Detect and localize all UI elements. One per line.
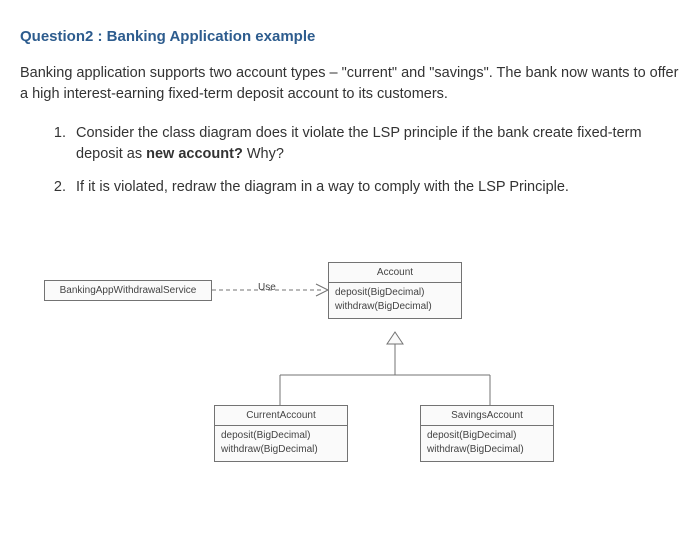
question-title: Question2 : Banking Application example xyxy=(20,28,680,45)
uml-class-service: BankingAppWithdrawalService xyxy=(44,280,212,301)
uml-diagram: BankingAppWithdrawalService Use Account … xyxy=(0,240,700,500)
uml-method: withdraw(BigDecimal) xyxy=(427,443,547,457)
dependency-label: Use xyxy=(258,282,276,293)
uml-method: withdraw(BigDecimal) xyxy=(335,300,455,314)
q1-text-a: Consider the class diagram does it viola… xyxy=(76,125,577,141)
uml-class-current: CurrentAccount deposit(BigDecimal) withd… xyxy=(214,405,348,462)
intro-paragraph: Banking application supports two account… xyxy=(20,63,680,105)
q1-text-d: Why? xyxy=(243,146,284,162)
uml-class-name: SavingsAccount xyxy=(421,406,553,425)
uml-class-name: BankingAppWithdrawalService xyxy=(45,281,211,300)
uml-methods: deposit(BigDecimal) withdraw(BigDecimal) xyxy=(329,283,461,318)
uml-class-account: Account deposit(BigDecimal) withdraw(Big… xyxy=(328,262,462,319)
uml-class-name: CurrentAccount xyxy=(215,406,347,425)
uml-methods: deposit(BigDecimal) withdraw(BigDecimal) xyxy=(215,426,347,461)
uml-methods: deposit(BigDecimal) withdraw(BigDecimal) xyxy=(421,426,553,461)
uml-method: deposit(BigDecimal) xyxy=(427,429,547,443)
question-list: Consider the class diagram does it viola… xyxy=(20,123,680,198)
q1-text-bold: new account? xyxy=(146,146,243,162)
uml-class-name: Account xyxy=(329,263,461,282)
uml-method: withdraw(BigDecimal) xyxy=(221,443,341,457)
uml-method: deposit(BigDecimal) xyxy=(335,286,455,300)
uml-method: deposit(BigDecimal) xyxy=(221,429,341,443)
question-item-2: If it is violated, redraw the diagram in… xyxy=(70,177,680,198)
uml-class-savings: SavingsAccount deposit(BigDecimal) withd… xyxy=(420,405,554,462)
question-item-1: Consider the class diagram does it viola… xyxy=(70,123,680,165)
q1-text-c: as xyxy=(123,146,146,162)
